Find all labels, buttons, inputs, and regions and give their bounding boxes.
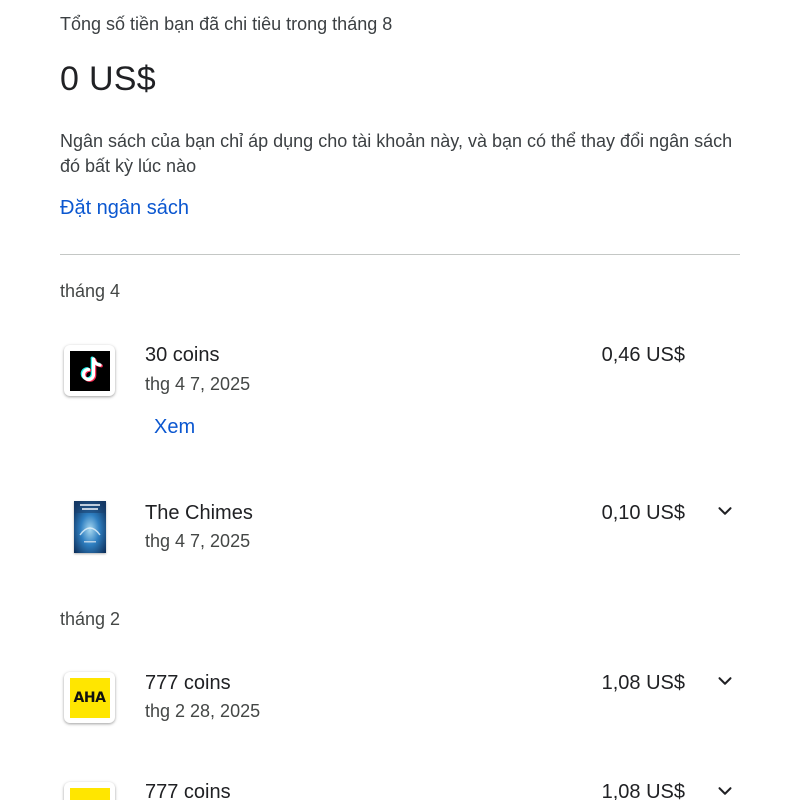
book-cover-icon <box>74 501 106 553</box>
item-title: 777 coins <box>145 672 231 694</box>
item-title: 30 coins <box>145 344 220 366</box>
divider <box>60 254 740 255</box>
item-price: 1,08 US$ <box>601 781 685 800</box>
total-spent-amount: 0 US$ <box>60 60 156 98</box>
item-title: 777 coins <box>145 781 231 800</box>
item-price: 1,08 US$ <box>601 672 685 694</box>
tiktok-logo-icon <box>64 345 115 396</box>
item-price: 0,46 US$ <box>601 344 685 366</box>
aha-logo-icon: AHA <box>64 672 115 723</box>
budget-note: Ngân sách của bạn chỉ áp dụng cho tài kh… <box>60 131 733 176</box>
item-date: thg 4 7, 2025 <box>145 531 251 551</box>
item-title: The Chimes <box>145 502 253 524</box>
month-heading: tháng 4 <box>60 281 121 301</box>
summary-label: Tổng số tiền bạn đã chi tiêu trong tháng… <box>60 14 393 34</box>
month-heading: tháng 2 <box>60 609 121 629</box>
item-price: 0,10 US$ <box>601 502 685 524</box>
set-budget-link[interactable]: Đặt ngân sách <box>60 197 189 220</box>
aha-logo-icon <box>64 782 115 800</box>
chevron-down-icon[interactable] <box>714 780 736 800</box>
item-date: thg 4 7, 2025 <box>145 374 251 394</box>
view-button[interactable]: Xem <box>154 416 195 439</box>
item-date: thg 2 28, 2025 <box>145 701 261 721</box>
chevron-down-icon[interactable] <box>714 670 736 692</box>
chevron-down-icon[interactable] <box>714 500 736 522</box>
